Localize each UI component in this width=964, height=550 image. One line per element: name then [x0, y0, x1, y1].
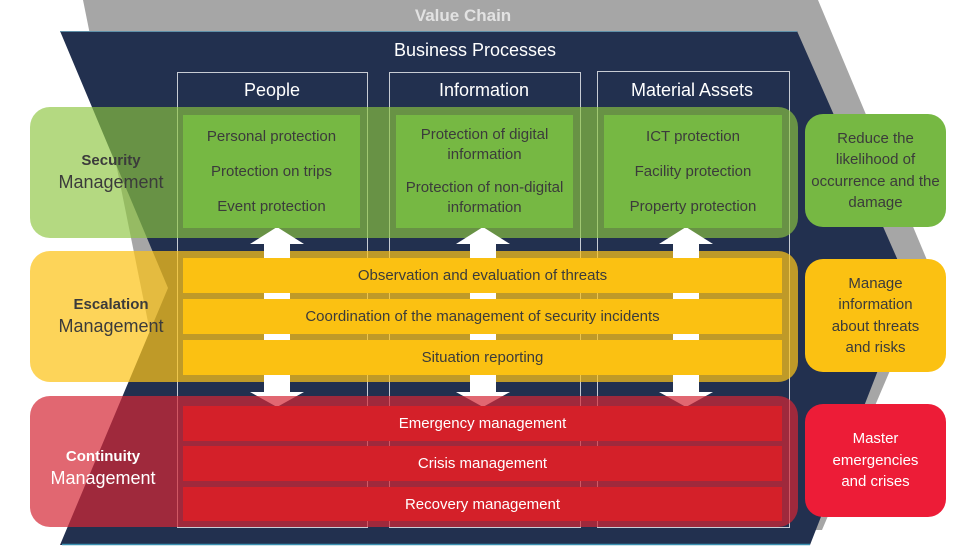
- security-item: Protection of non-digital information: [405, 178, 564, 216]
- escalation-management-label: Escalation Management: [52, 284, 170, 348]
- security-item: Protection of digital information: [420, 126, 549, 164]
- continuity-row: Recovery management: [404, 495, 561, 513]
- security-goal-box: Reduce the likelihood of occurrence and …: [805, 114, 946, 227]
- security-box-people: Personal protection Protection on trips …: [183, 115, 360, 228]
- column-header-information: Information: [438, 80, 530, 100]
- value-chain-title: Value Chain: [414, 6, 512, 25]
- continuity-label-bold: Continuity: [65, 448, 141, 465]
- escalation-row: Situation reporting: [421, 349, 544, 366]
- security-item: Personal protection: [206, 127, 337, 145]
- column-header-people: People: [243, 80, 301, 100]
- security-item: Property protection: [629, 197, 757, 215]
- escalation-row: Observation and evaluation of threats: [357, 267, 608, 284]
- escalation-row: Coordination of the management of securi…: [305, 308, 660, 325]
- security-item: ICT protection: [646, 127, 740, 145]
- escalation-goal-box: Manage information about threats and ris…: [805, 259, 946, 372]
- security-item: Protection on trips: [211, 162, 332, 180]
- continuity-goal-box: Master emergencies and crises: [805, 404, 946, 517]
- security-box-material-assets: ICT protection Facility protection Prope…: [604, 115, 782, 228]
- continuity-label-text: Management: [50, 468, 156, 488]
- security-item: Facility protection: [634, 162, 752, 180]
- continuity-row: Emergency management: [398, 415, 567, 432]
- security-box-information: Protection of digital information Protec…: [396, 115, 573, 228]
- business-processes-title: Business Processes: [393, 40, 557, 60]
- continuity-row: Crisis management: [417, 455, 548, 472]
- security-management-label: Security Management: [52, 140, 170, 204]
- security-label-text: Management: [58, 172, 164, 192]
- column-header-material-assets: Material Assets: [630, 80, 754, 100]
- security-label-bold: Security: [81, 152, 141, 169]
- escalation-label-bold: Escalation: [73, 296, 149, 313]
- security-item: Event protection: [217, 197, 326, 215]
- continuity-management-label: Continuity Management: [44, 436, 162, 500]
- escalation-label-text: Management: [58, 316, 164, 336]
